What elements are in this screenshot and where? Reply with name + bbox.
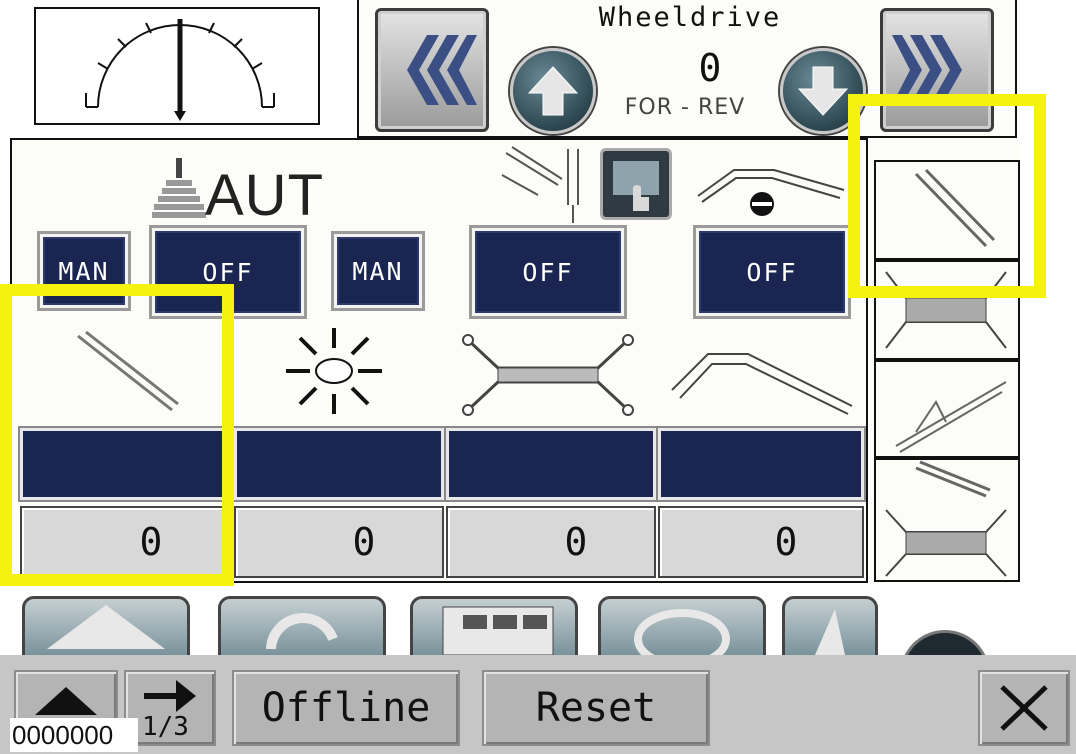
value-display-3: 0 bbox=[446, 506, 656, 578]
hand-touch-icon bbox=[613, 161, 659, 211]
signal-icon bbox=[815, 609, 845, 655]
side-tool-probe[interactable] bbox=[874, 360, 1020, 458]
help-icon bbox=[634, 609, 730, 669]
page-indicator: 1/3 bbox=[142, 712, 189, 742]
value-display-4: 0 bbox=[658, 506, 864, 578]
probe-off-button[interactable]: OFF bbox=[472, 228, 624, 316]
probe-icon bbox=[501, 146, 579, 223]
probe-small-icon bbox=[895, 381, 1007, 453]
for-rev-label: FOR - REV bbox=[624, 95, 746, 120]
prev-page-button[interactable] bbox=[375, 8, 489, 132]
arrow-right-icon bbox=[144, 680, 196, 712]
page-title: Wheeldrive bbox=[598, 2, 782, 33]
touch-settings-button[interactable] bbox=[600, 148, 672, 220]
double-chevron-left-icon bbox=[407, 35, 477, 105]
home-icon bbox=[47, 605, 165, 649]
calculator-icon bbox=[442, 606, 554, 656]
offline-button[interactable]: Offline bbox=[232, 670, 460, 746]
highlight-box-left bbox=[0, 284, 234, 586]
offline-label: Offline bbox=[261, 685, 431, 731]
highlight-box-right bbox=[848, 94, 1046, 298]
wheeldrive-value: 0 bbox=[698, 46, 722, 90]
value-display-2: 0 bbox=[234, 506, 444, 578]
reset-label: Reset bbox=[535, 685, 657, 731]
status-bar-2 bbox=[234, 428, 444, 500]
light-icon bbox=[286, 328, 382, 414]
close-button[interactable] bbox=[978, 670, 1070, 746]
arrow-up-icon bbox=[527, 66, 579, 116]
gauge-icon bbox=[85, 19, 275, 121]
boom-extend-icon bbox=[671, 353, 853, 415]
arrow-down-icon bbox=[797, 66, 849, 116]
status-bar-3 bbox=[446, 428, 656, 500]
counter-display: 0000000 bbox=[10, 718, 138, 752]
close-icon bbox=[1000, 685, 1048, 731]
boom-off-button[interactable]: OFF bbox=[696, 228, 848, 316]
carriage-icon bbox=[462, 334, 634, 416]
boom-retract-icon bbox=[697, 169, 845, 216]
refresh-icon bbox=[266, 613, 338, 650]
lift-stack-icon bbox=[152, 158, 206, 218]
aut-label: AUT bbox=[205, 163, 324, 228]
forward-button[interactable] bbox=[510, 48, 596, 134]
reset-button[interactable]: Reset bbox=[482, 670, 710, 746]
side-tool-combined[interactable] bbox=[874, 458, 1020, 582]
status-bar-4 bbox=[658, 428, 864, 500]
man-button-2[interactable]: MAN bbox=[334, 234, 422, 308]
gauge-display bbox=[34, 7, 320, 125]
boom-carriage-icon bbox=[885, 460, 1007, 577]
